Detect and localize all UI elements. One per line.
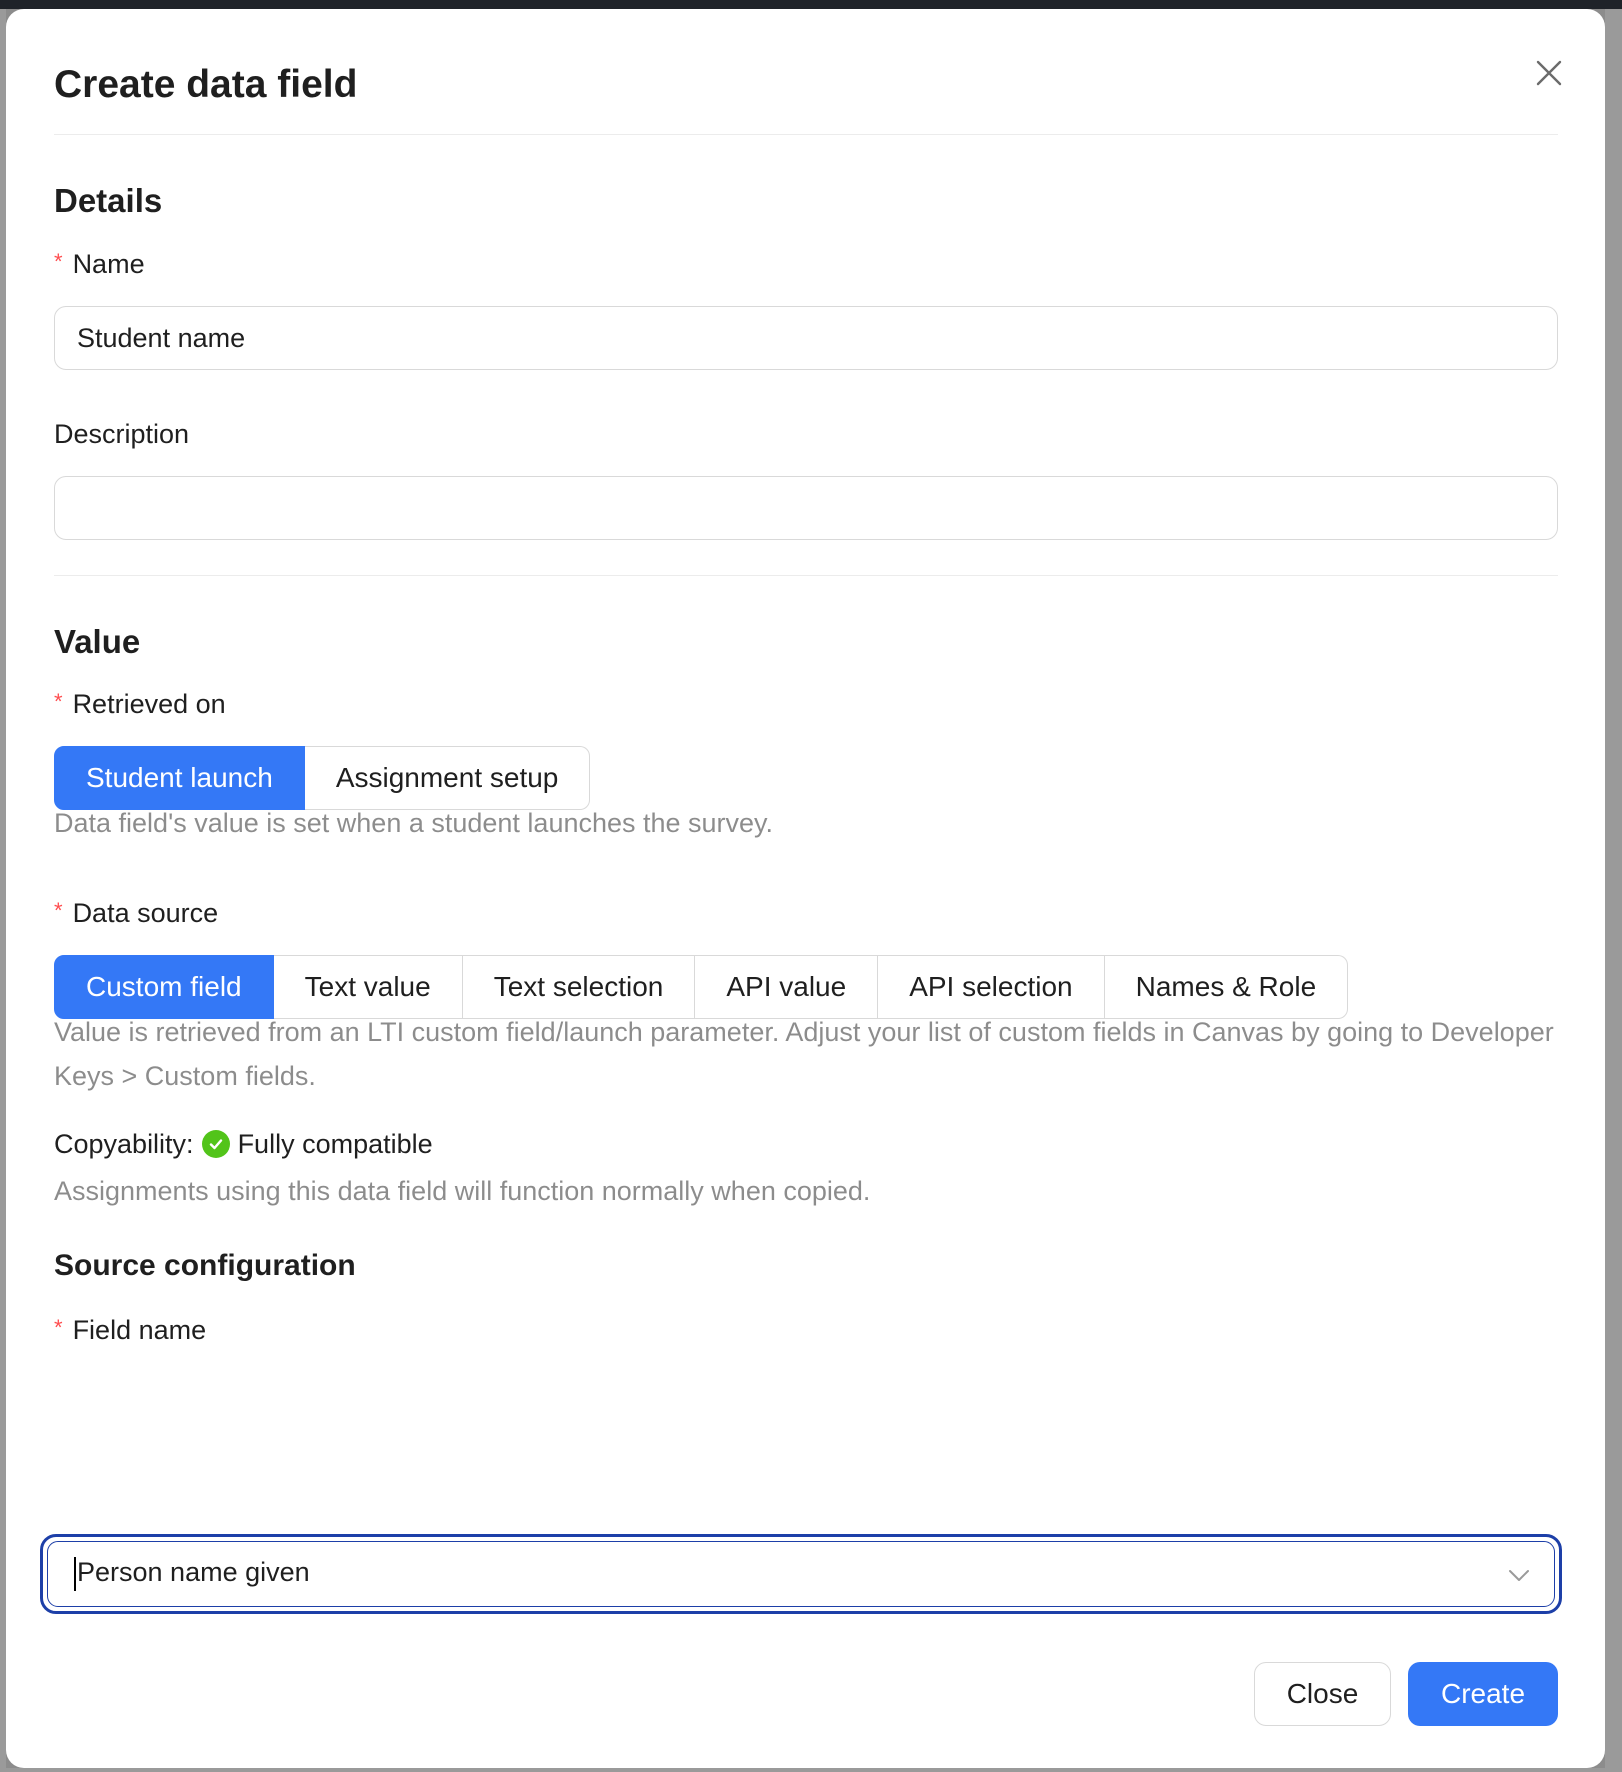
close-icon[interactable] — [1525, 49, 1573, 97]
copyability-label: Copyability: — [54, 1129, 194, 1159]
backdrop-bottom — [0, 1768, 1622, 1772]
description-input[interactable] — [54, 476, 1558, 540]
data-source-help: Value is retrieved from an LTI custom fi… — [54, 1017, 1554, 1091]
text-caret — [74, 1557, 76, 1591]
copyability-help: Assignments using this data field will f… — [54, 1176, 871, 1206]
details-section-title: Details — [54, 182, 163, 219]
required-mark: * — [54, 689, 63, 714]
field-name-label: * Field name — [54, 1313, 206, 1349]
create-data-field-modal: Create data field Details * Name Descript… — [6, 9, 1605, 1768]
description-label: Description — [54, 419, 190, 449]
required-mark: * — [54, 249, 63, 274]
data-source-label-text: Data source — [72, 898, 219, 928]
retrieved-on-help: Data field's value is set when a student… — [54, 808, 774, 838]
create-button[interactable]: Create — [1408, 1662, 1558, 1726]
required-mark: * — [54, 898, 63, 923]
check-circle-icon — [201, 1130, 230, 1158]
source-config-title: Source configuration — [54, 1249, 356, 1282]
required-mark: * — [54, 1315, 63, 1340]
background-topbar — [0, 0, 1622, 9]
field-name-label-text: Field name — [72, 1315, 207, 1345]
copyability-status: Fully compatible — [237, 1129, 433, 1159]
name-input[interactable] — [54, 306, 1558, 370]
header-divider — [54, 134, 1558, 135]
field-name-value: Person name given — [77, 1557, 310, 1588]
chevron-down-icon[interactable] — [1508, 1559, 1530, 1590]
field-name-select-focus-ring: Person name given — [40, 1534, 1562, 1614]
backdrop-right — [1605, 9, 1622, 1772]
data-source-label: * Data source — [54, 896, 218, 932]
modal-title: Create data field — [54, 63, 358, 106]
close-button[interactable]: Close — [1254, 1662, 1391, 1726]
retrieved-on-label-text: Retrieved on — [72, 689, 226, 719]
details-divider — [54, 575, 1558, 576]
retrieved-on-label: * Retrieved on — [54, 687, 226, 723]
field-name-value-wrap: Person name given — [74, 1557, 310, 1591]
copyability-row: Copyability: Fully compatible — [54, 1126, 433, 1162]
name-label: * Name — [54, 247, 145, 283]
field-name-select[interactable]: Person name given — [47, 1541, 1555, 1607]
name-label-text: Name — [72, 249, 145, 279]
value-section-title: Value — [54, 623, 141, 660]
